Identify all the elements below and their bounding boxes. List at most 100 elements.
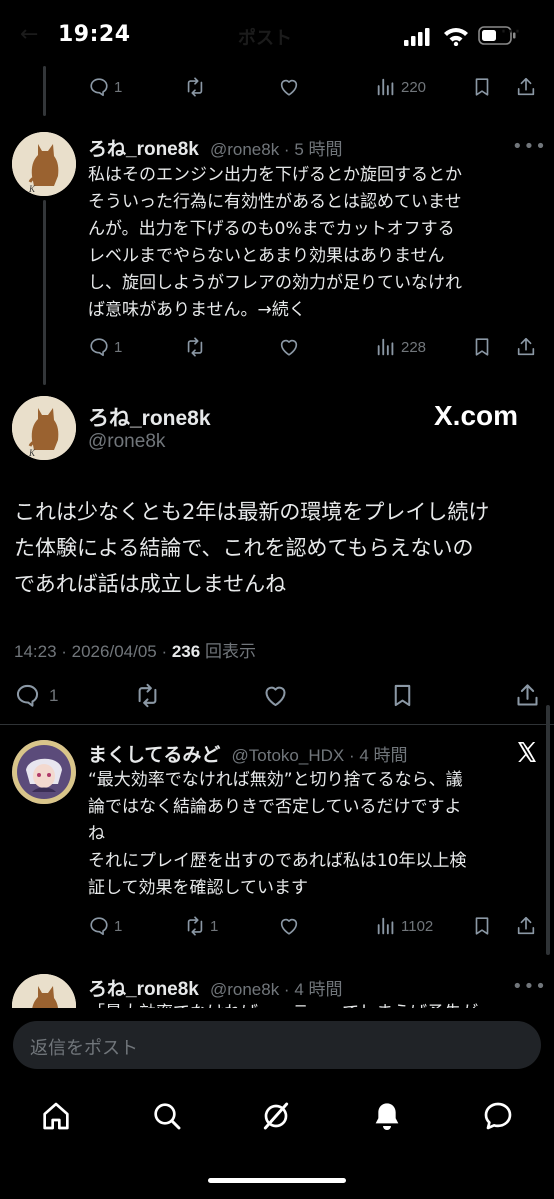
reply-count: 1	[114, 917, 123, 935]
analytics-icon	[377, 917, 394, 935]
author-handle-time: @rone8k · 4 時間	[209, 980, 343, 999]
reply-button[interactable]: 1	[88, 336, 122, 358]
tweet-meta: 14:23 · 2026/04/05 · 236 回表示	[14, 637, 256, 662]
analytics-icon	[377, 78, 394, 96]
status-time: 19:24	[58, 22, 131, 47]
reply-count: 1	[114, 338, 123, 356]
analytics-icon	[377, 338, 394, 356]
reply-button[interactable]: 1	[88, 76, 122, 98]
x-com-logo: X.com	[434, 400, 519, 431]
retweet-icon	[138, 683, 157, 708]
tweet-1-actions: 1 228	[88, 336, 543, 362]
views-button[interactable]: 1102	[375, 915, 433, 937]
svg-text:K: K	[28, 448, 36, 458]
bottom-nav	[0, 1090, 554, 1150]
avatar[interactable]: K	[12, 132, 76, 196]
heart-icon	[265, 686, 286, 707]
retweet-button[interactable]: 1	[184, 915, 218, 937]
tweet-timestamp: 14:23 · 2026/04/05 ·	[14, 642, 172, 661]
reply-1-text: “最大効率でなければ無効”と切り捨てるなら、議 論ではなく結論ありきで否定してい…	[88, 770, 467, 898]
messages-icon[interactable]	[482, 1100, 514, 1132]
scrollbar[interactable]	[546, 705, 550, 955]
bookmark-icon	[475, 78, 489, 96]
retweet-button[interactable]	[184, 336, 206, 358]
bookmark-button[interactable]	[471, 336, 493, 358]
avatar[interactable]	[12, 740, 76, 804]
status-bar: ← ポスト 19:24 ···	[0, 0, 554, 70]
like-button[interactable]	[278, 76, 300, 98]
reply-1-header: まくしてるみど @Totoko_HDX · 4 時間	[88, 740, 508, 767]
views-count: 228	[401, 338, 427, 356]
heart-icon	[280, 918, 298, 935]
bookmark-icon	[394, 684, 411, 707]
reply-icon	[90, 917, 108, 936]
author-name[interactable]: ろね_rone8k	[88, 979, 199, 1000]
retweet-button[interactable]	[134, 682, 161, 709]
cellular-signal-icon	[404, 28, 430, 46]
author-name[interactable]: まくしてるみど	[88, 745, 220, 766]
author-name[interactable]: ろね_rone8k	[88, 402, 211, 432]
retweet-count: 1	[210, 917, 219, 935]
author-handle-time: @rone8k · 5 時間	[209, 140, 343, 159]
reply-button[interactable]: 1	[88, 915, 122, 937]
header-title: ポスト	[238, 28, 292, 49]
reply-icon	[16, 684, 39, 707]
cat-silhouette-icon	[12, 974, 76, 1012]
grok-icon[interactable]	[260, 1100, 292, 1132]
share-button[interactable]	[515, 76, 537, 98]
bookmark-button[interactable]	[471, 915, 493, 937]
thread-line	[43, 200, 46, 385]
reply-count: 1	[114, 78, 123, 96]
share-button[interactable]	[515, 336, 537, 358]
retweet-icon	[187, 916, 203, 936]
retweet-icon	[187, 77, 203, 97]
like-button[interactable]	[278, 915, 300, 937]
thread-line	[43, 66, 46, 116]
reply-2-clip: ろね_rone8k @rone8k · 4 時間 ••• 「最大効率でなければ……	[0, 960, 554, 1012]
views-button[interactable]: 228	[375, 336, 426, 358]
main-tweet-actions: 1	[14, 682, 544, 710]
bookmark-button[interactable]	[389, 682, 416, 709]
share-button[interactable]	[515, 915, 537, 937]
like-button[interactable]	[278, 336, 300, 358]
search-icon[interactable]	[151, 1100, 183, 1132]
views-count: 220	[401, 78, 427, 96]
reply-button[interactable]: 1	[14, 682, 58, 709]
bookmark-icon	[475, 917, 489, 935]
author-name[interactable]: ろね_rone8k	[88, 139, 199, 160]
avatar[interactable]: K	[12, 396, 76, 460]
view-count: 236	[171, 642, 201, 661]
cat-silhouette-icon: K	[12, 396, 76, 460]
home-icon[interactable]	[40, 1100, 72, 1132]
more-options-icon[interactable]: •••	[512, 976, 547, 997]
back-arrow-icon[interactable]: ←	[20, 22, 38, 47]
reply-2-header: ろね_rone8k @rone8k · 4 時間	[88, 974, 508, 1001]
share-icon	[517, 916, 535, 935]
notifications-icon[interactable]	[371, 1100, 403, 1132]
views-button[interactable]: 220	[375, 76, 426, 98]
bookmark-icon	[475, 338, 489, 356]
svg-text:K: K	[28, 184, 36, 194]
reply-1-actions: 1 1 1102	[88, 915, 543, 941]
cat-silhouette-icon: K	[12, 132, 76, 196]
reply-icon	[90, 338, 108, 357]
reply-count: 1	[49, 685, 59, 705]
like-button[interactable]	[262, 682, 289, 709]
share-button[interactable]	[514, 682, 541, 709]
share-icon	[517, 337, 535, 356]
reply-placeholder: 返信をポスト	[30, 1038, 138, 1059]
retweet-button[interactable]	[184, 76, 206, 98]
more-options-icon[interactable]: ···	[500, 20, 521, 45]
heart-icon	[280, 339, 298, 356]
anime-avatar-icon	[12, 740, 76, 804]
share-icon	[517, 684, 538, 706]
more-options-icon[interactable]: •••	[512, 136, 547, 157]
views-count: 1102	[401, 917, 434, 935]
author-handle: @rone8k	[88, 431, 166, 452]
avatar[interactable]	[12, 974, 76, 1012]
main-tweet-text: これは少なくとも2年は最新の環境をプレイし続け た体験による結論で、これを認めて…	[14, 500, 490, 596]
retweet-icon	[187, 337, 203, 357]
heart-icon	[280, 79, 298, 96]
bookmark-button[interactable]	[471, 76, 493, 98]
tweet-1-text: 私はそのエンジン出力を下げるとか旋回するとか そういった行為に有効性があるとは認…	[88, 165, 462, 320]
